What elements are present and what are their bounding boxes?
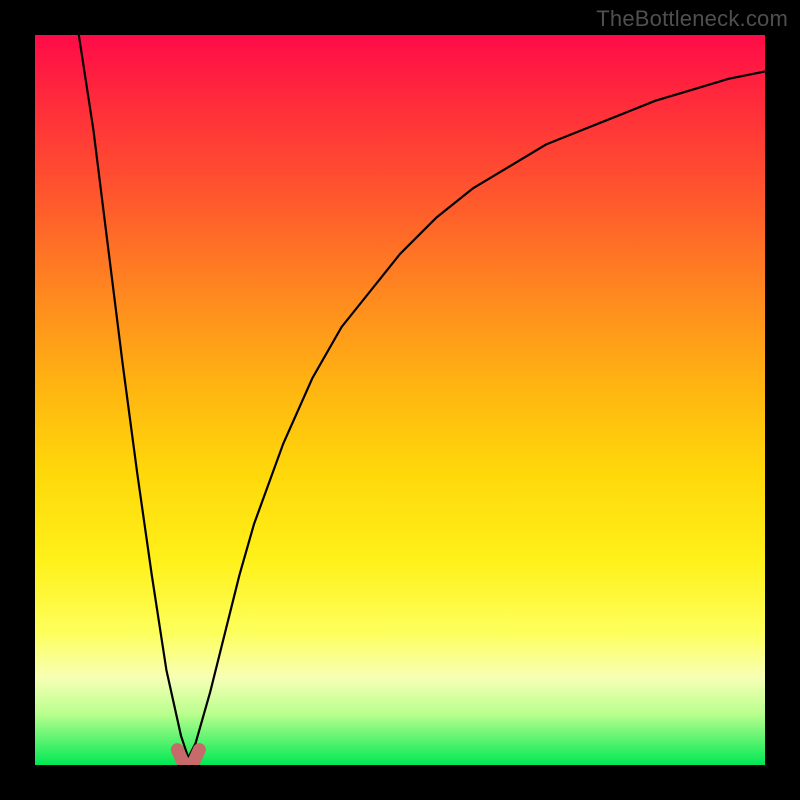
plot-area	[35, 35, 765, 765]
curve-layer	[35, 35, 765, 765]
right-branch-curve	[188, 72, 765, 758]
left-branch-curve	[79, 35, 189, 758]
watermark-text: TheBottleneck.com	[596, 6, 788, 32]
chart-frame: TheBottleneck.com	[0, 0, 800, 800]
